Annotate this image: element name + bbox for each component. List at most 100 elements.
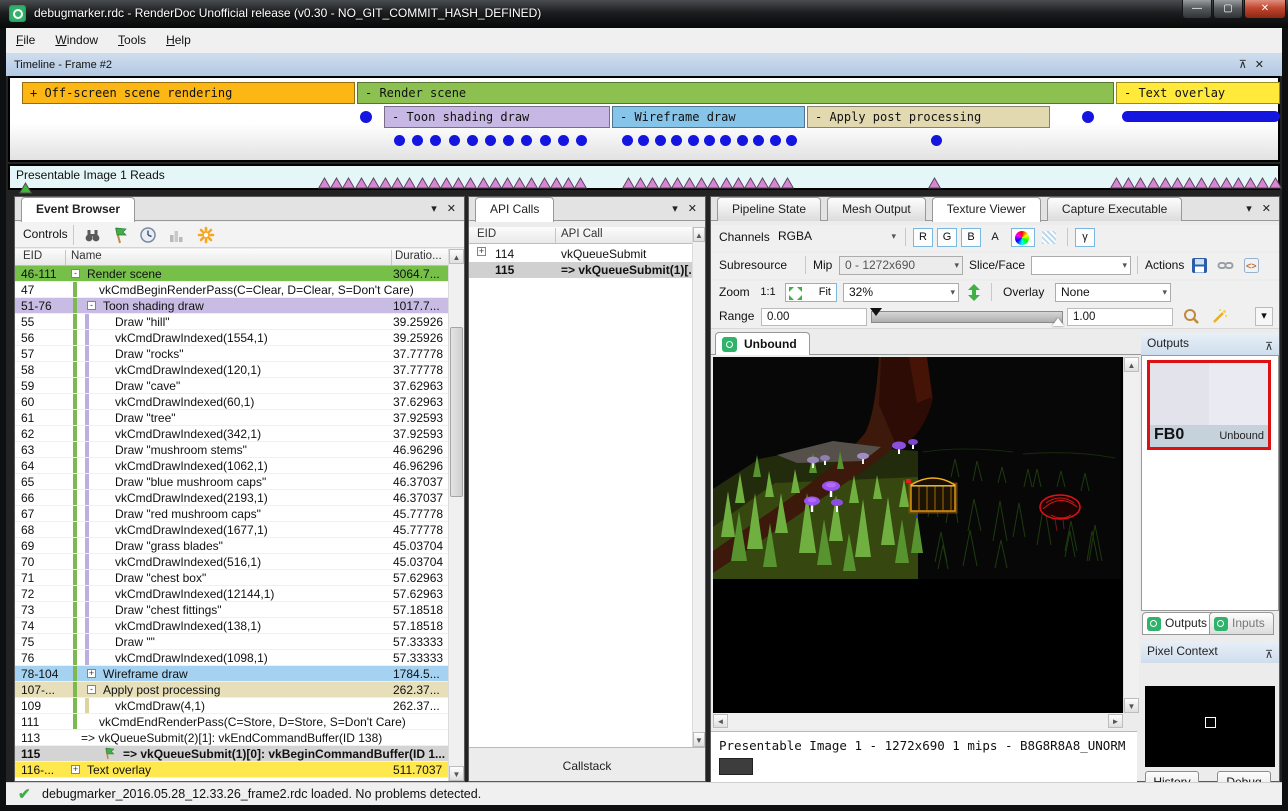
api-calls-menu-icon[interactable]: ▾ <box>672 203 678 215</box>
api-call-row-114[interactable]: +114vkQueueSubmit <box>469 246 692 262</box>
event-row-63[interactable]: 63Draw "mushroom stems"46.96296 <box>15 442 448 458</box>
timeline-draw-dot[interactable] <box>540 135 551 146</box>
event-browser-menu-icon[interactable]: ▾ <box>431 203 437 215</box>
collapse-toggle-icon[interactable]: - <box>87 301 96 310</box>
tab-inputs[interactable]: Inputs <box>1209 612 1274 635</box>
timeline-draw-dot[interactable] <box>931 135 942 146</box>
options-star-icon[interactable] <box>197 226 215 244</box>
timeline-draw-dot[interactable] <box>485 135 496 146</box>
api-calls-scrollbar[interactable]: ▲ ▼ <box>692 227 705 747</box>
timeline-close-icon[interactable]: ✕ <box>1255 59 1272 71</box>
timeline-draw-dot[interactable] <box>503 135 514 146</box>
event-row-59[interactable]: 59Draw "cave"37.62963 <box>15 378 448 394</box>
event-row-51-76[interactable]: 51-76-Toon shading draw1017.7... <box>15 298 448 314</box>
zoom-1to1-button[interactable]: 1:1 <box>755 283 781 302</box>
event-row-76[interactable]: 76vkCmdDrawIndexed(1098,1)57.33333 <box>15 650 448 666</box>
checkerboard-background-toggle[interactable] <box>1039 228 1059 247</box>
tab-api-calls[interactable]: API Calls <box>475 197 554 222</box>
timeline-draw-dot[interactable] <box>770 135 781 146</box>
event-browser-column-headers[interactable]: EID Name Duratio... <box>15 249 448 266</box>
pixel-context-pin-icon[interactable]: ⊼ <box>1265 645 1273 666</box>
auto-range-wand-icon[interactable] <box>1211 308 1229 326</box>
collapse-toggle-icon[interactable]: - <box>87 685 96 694</box>
event-row-47[interactable]: 47vkCmdBeginRenderPass(C=Clear, D=Clear,… <box>15 282 448 298</box>
timeline-draw-dot[interactable] <box>720 135 731 146</box>
close-button[interactable]: ✕ <box>1244 0 1286 19</box>
find-icon[interactable] <box>83 226 101 244</box>
callstack-splitter[interactable] <box>469 747 705 751</box>
event-row-73[interactable]: 73Draw "chest fittings"57.18518 <box>15 602 448 618</box>
timeline-draw-dot[interactable] <box>688 135 699 146</box>
channel-blue-toggle[interactable]: B <box>961 228 981 247</box>
timeline-body[interactable]: + Off-screen scene rendering- Render sce… <box>8 76 1280 162</box>
range-white-handle[interactable] <box>1052 318 1064 326</box>
event-row-78-104[interactable]: 78-104+Wireframe draw1784.5... <box>15 666 448 682</box>
color-wheel-toggle[interactable] <box>1011 228 1035 247</box>
event-row-56[interactable]: 56vkCmdDrawIndexed(1554,1)39.25926 <box>15 330 448 346</box>
tab-mesh-output[interactable]: Mesh Output <box>827 197 926 221</box>
col-api-call[interactable]: API Call <box>561 228 603 240</box>
timeline-draw-dot[interactable] <box>412 135 423 146</box>
event-row-72[interactable]: 72vkCmdDrawIndexed(12144,1)57.62963 <box>15 586 448 602</box>
timeline-draw-dot[interactable] <box>576 135 587 146</box>
timeline-draw-dot[interactable] <box>638 135 649 146</box>
timeline-pin-icon[interactable]: ⊼ <box>1239 59 1255 71</box>
tab-outputs[interactable]: Outputs <box>1142 612 1216 635</box>
event-row-71[interactable]: 71Draw "chest box"57.62963 <box>15 570 448 586</box>
gamma-toggle[interactable]: γ <box>1075 228 1095 247</box>
event-row-111[interactable]: 111vkCmdEndRenderPass(C=Store, D=Store, … <box>15 714 448 730</box>
pixel-context-view[interactable] <box>1145 686 1275 767</box>
range-min-input[interactable]: 0.00 <box>761 308 867 326</box>
channels-select[interactable]: RGBA <box>773 228 899 247</box>
api-calls-close-icon[interactable]: ✕ <box>688 203 697 215</box>
slice-face-select[interactable] <box>1031 256 1131 275</box>
timeline-draw-dot[interactable] <box>753 135 764 146</box>
event-row-58[interactable]: 58vkCmdDrawIndexed(120,1)37.77778 <box>15 362 448 378</box>
flip-vertical-icon[interactable] <box>967 284 985 302</box>
event-row-109[interactable]: 109vkCmdDraw(4,1)262.37... <box>15 698 448 714</box>
menu-file[interactable]: File <box>6 28 45 52</box>
event-row-57[interactable]: 57Draw "rocks"37.77778 <box>15 346 448 362</box>
overlay-select[interactable]: None <box>1055 283 1171 302</box>
timeline-draw-dot[interactable] <box>655 135 666 146</box>
event-row-116-[interactable]: 116-...+Text overlay511.7037 <box>15 762 448 778</box>
api-calls-column-headers[interactable]: EID API Call <box>469 227 692 244</box>
event-row-67[interactable]: 67Draw "red mushroom caps"45.77778 <box>15 506 448 522</box>
col-name[interactable]: Name <box>71 250 102 262</box>
tab-unbound-texture[interactable]: Unbound <box>715 332 810 355</box>
menu-tools[interactable]: Tools <box>108 28 156 52</box>
timeline-draw-dot[interactable] <box>449 135 460 146</box>
event-row-74[interactable]: 74vkCmdDrawIndexed(138,1)57.18518 <box>15 618 448 634</box>
event-row-65[interactable]: 65Draw "blue mushroom caps"46.37037 <box>15 474 448 490</box>
expand-toggle-icon[interactable]: + <box>477 247 486 256</box>
event-row-60[interactable]: 60vkCmdDrawIndexed(60,1)37.62963 <box>15 394 448 410</box>
timeline-bar-Toon-shading-draw[interactable]: - Toon shading draw <box>384 106 610 128</box>
fb0-thumbnail[interactable]: FB0 Unbound <box>1147 360 1271 450</box>
event-row-61[interactable]: 61Draw "tree"37.92593 <box>15 410 448 426</box>
mip-select[interactable]: 0 - 1272x690 <box>839 256 963 275</box>
event-row-66[interactable]: 66vkCmdDrawIndexed(2193,1)46.37037 <box>15 490 448 506</box>
timeline-bar-Off-screen-scene-rendering[interactable]: + Off-screen scene rendering <box>22 82 355 104</box>
bookmark-flag-icon[interactable] <box>111 226 129 244</box>
timeline-draw-dot[interactable] <box>704 135 715 146</box>
save-texture-icon[interactable] <box>1191 257 1209 275</box>
timeline-draw-dot[interactable] <box>671 135 682 146</box>
timeline-bar-Render-scene[interactable]: - Render scene <box>357 82 1114 104</box>
event-row-69[interactable]: 69Draw "grass blades"45.03704 <box>15 538 448 554</box>
collapse-toggle-icon[interactable]: - <box>71 269 80 278</box>
zoom-level-select[interactable]: 32% <box>843 283 959 302</box>
event-row-68[interactable]: 68vkCmdDrawIndexed(1677,1)45.77778 <box>15 522 448 538</box>
texture-horizontal-scrollbar[interactable]: ◄ ► <box>713 713 1123 729</box>
minimize-button[interactable]: — <box>1182 0 1212 19</box>
event-row-62[interactable]: 62vkCmdDrawIndexed(342,1)37.92593 <box>15 426 448 442</box>
timeline-draw-dot[interactable] <box>430 135 441 146</box>
event-row-75[interactable]: 75Draw ""57.33333 <box>15 634 448 650</box>
texture-vertical-scrollbar[interactable]: ▲ ▼ <box>1123 357 1139 713</box>
open-in-shader-icon[interactable]: <> <box>1243 257 1261 275</box>
event-row-115[interactable]: 115=> vkQueueSubmit(1)[0]: vkBeginComman… <box>15 746 448 762</box>
col-eid[interactable]: EID <box>477 228 496 240</box>
maximize-button[interactable]: ▢ <box>1213 0 1243 19</box>
panel-close-icon[interactable]: ✕ <box>1262 203 1271 215</box>
time-draws-icon[interactable] <box>139 226 157 244</box>
timeline-draw-dot[interactable] <box>394 135 405 146</box>
